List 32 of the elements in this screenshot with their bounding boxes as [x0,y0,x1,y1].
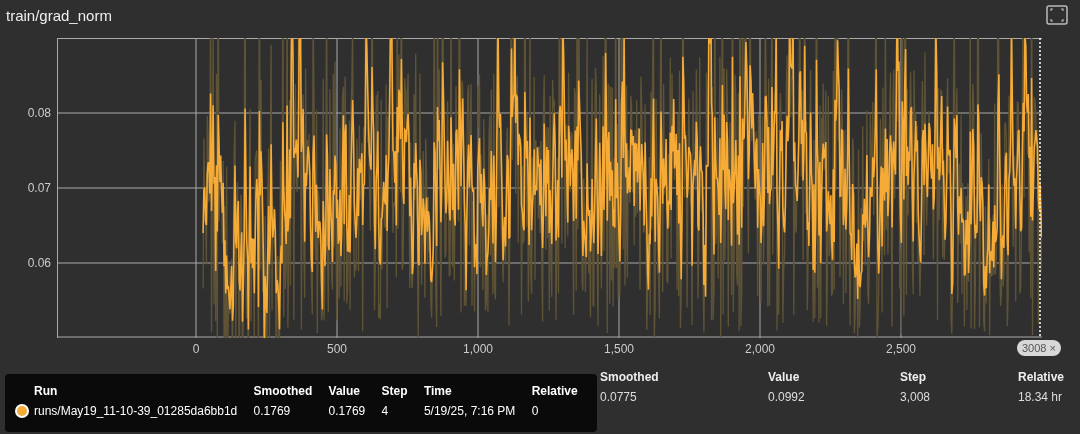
column-header: Relative [531,384,579,398]
y-axis-label: 0.07 [27,181,51,195]
column-header: Relative [1018,370,1066,384]
y-axis-label: 0.08 [27,106,51,120]
table-cell-text: 0.1769 [328,404,367,418]
table-cell-text: 18.34 hr [1018,390,1064,404]
table-cell-text: runs/May19_11-10-39_01285da6bb1d [34,404,239,418]
column-header: Smoothed [253,384,314,398]
column-header: Value [328,384,361,398]
column-header: Smoothed [600,370,660,384]
table-cell-text: 0.1769 [253,404,292,418]
chart-title: train/grad_norm [6,6,112,24]
column-header: Step [381,384,409,398]
x-axis-label: 500 [327,342,347,356]
column-header: Step [900,370,927,384]
x-axis-label: 2,000 [745,342,775,356]
x-axis-label: 2,500 [886,342,916,356]
table-cell-text: 0 [531,404,540,418]
column-header: Time [423,384,453,398]
table-cell-text: 0.0992 [768,390,806,404]
y-axis-label: 0.06 [27,256,51,270]
table-cell-text: 4 [381,404,390,418]
table-cell-text: 0.0775 [600,390,638,404]
table-cell-text: 3,008 [900,390,932,404]
column-header: Value [768,370,801,384]
fullscreen-icon[interactable] [1046,5,1068,25]
x-axis-label: 1,000 [463,342,493,356]
table-cell-text: 5/19/25, 7:16 PM [423,404,517,418]
x-axis-label: 1,500 [604,342,634,356]
step-chip[interactable]: 3008 × [1017,340,1061,356]
column-header: Run [34,384,59,398]
x-axis-label: 0 [192,342,200,356]
